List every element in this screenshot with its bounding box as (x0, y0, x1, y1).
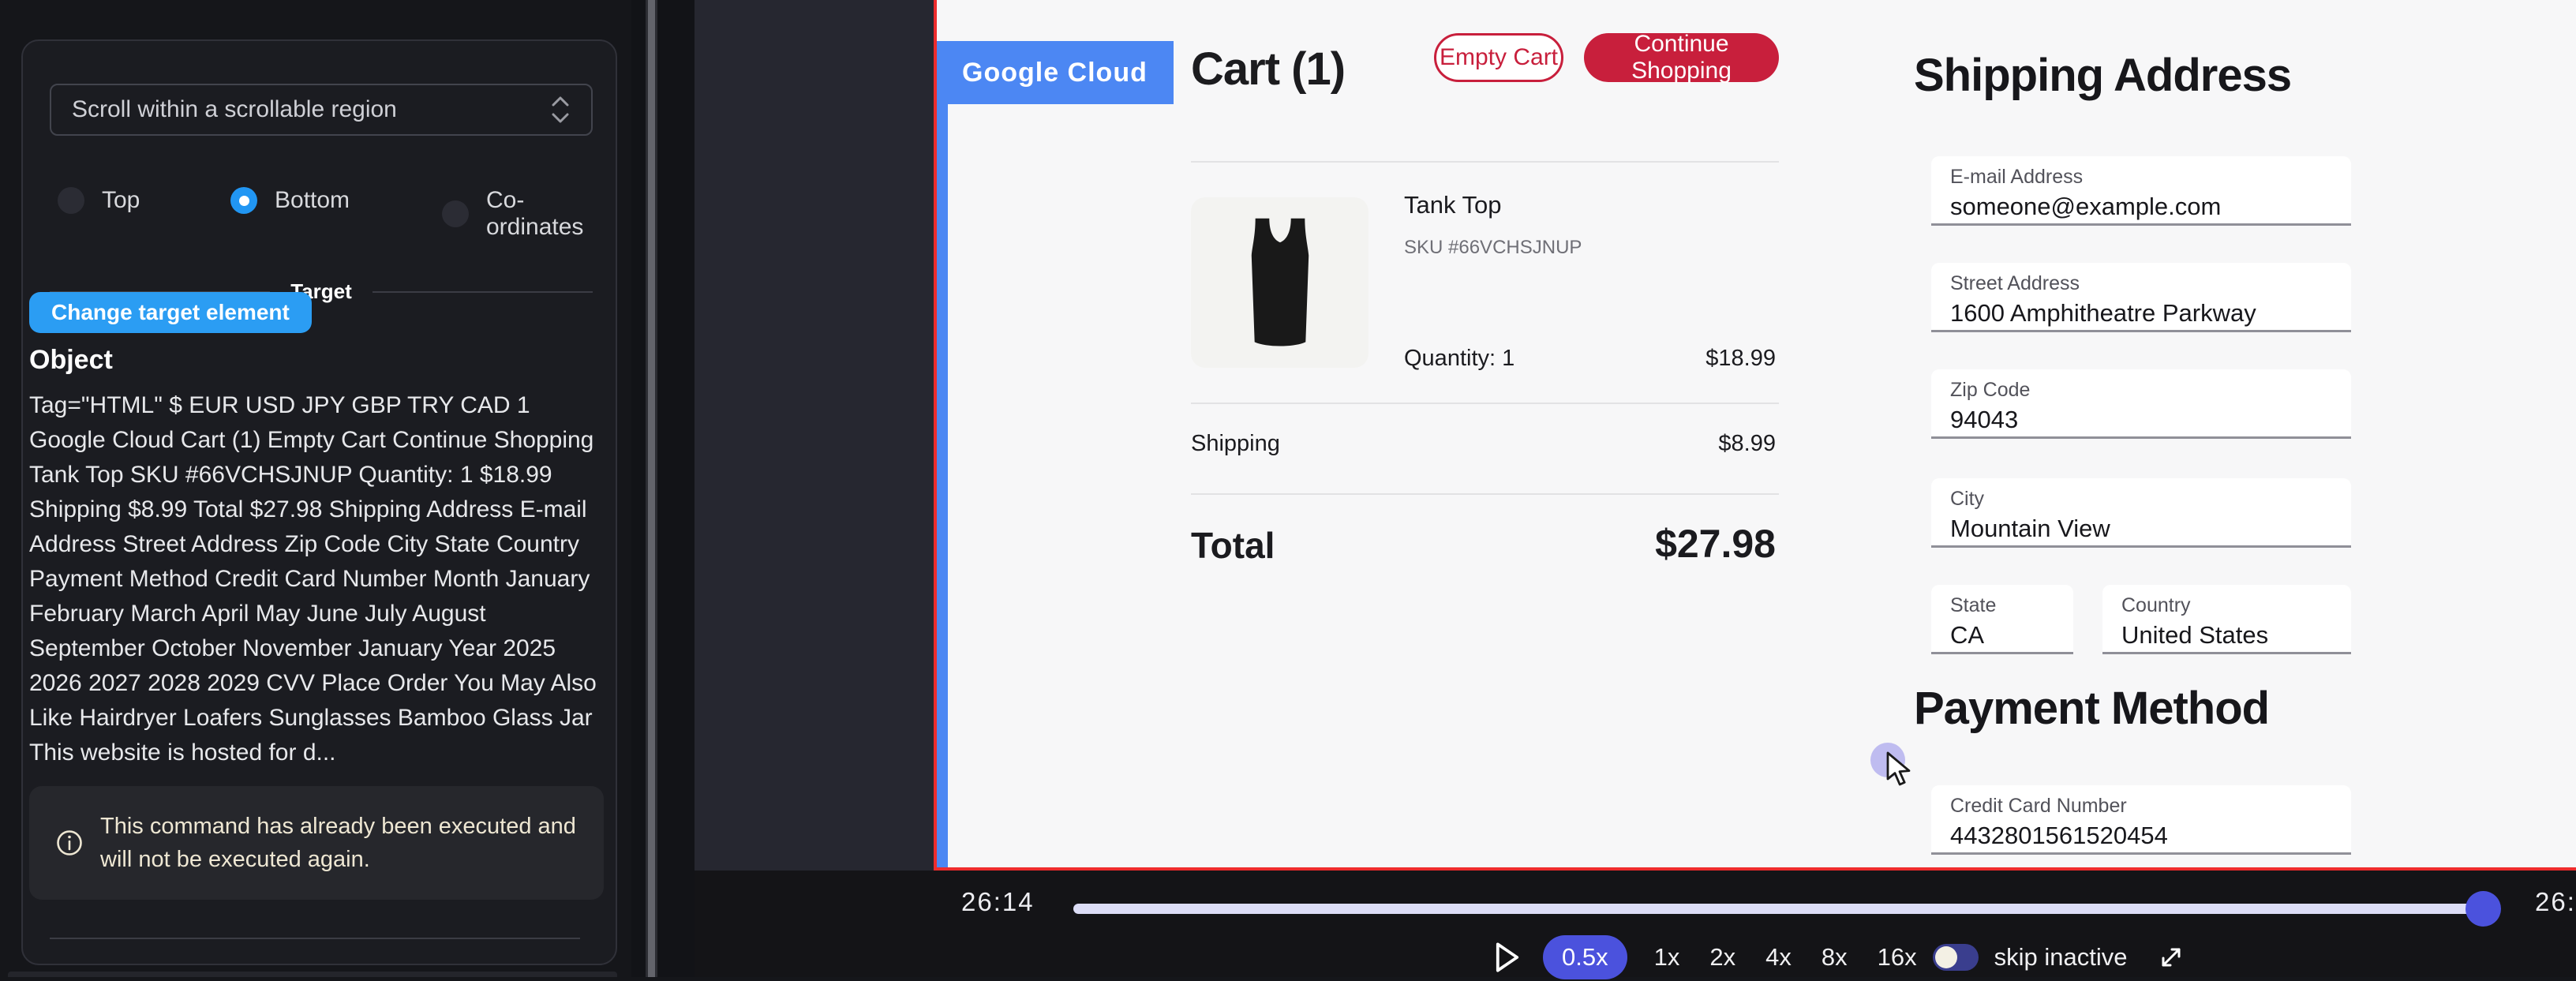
change-target-button[interactable]: Change target element (29, 292, 312, 333)
empty-cart-button[interactable]: Empty Cart (1434, 33, 1563, 82)
cart-item-quantity: Quantity: 1 (1404, 346, 1515, 372)
street-field-value: 1600 Amphitheatre Parkway (1950, 299, 2256, 328)
scroll-position-radio-group: Top Bottom Co-ordinates (50, 187, 593, 219)
shipping-address-heading: Shipping Address (1914, 49, 2291, 102)
country-field[interactable]: Country United States (2102, 585, 2351, 654)
radio-circle-coordinates[interactable] (442, 200, 469, 227)
state-field-label: State (1950, 594, 1996, 617)
email-field[interactable]: E-mail Address someone@example.com (1931, 156, 2351, 226)
radio-label-top: Top (102, 187, 140, 214)
seek-bar[interactable] (1073, 904, 2494, 914)
highlighted-scroll-region-bar (937, 41, 948, 867)
zip-code-field[interactable]: Zip Code 94043 (1931, 369, 2351, 439)
divider-line-right (373, 291, 593, 293)
cart-item-sku: SKU #66VCHSJNUP (1404, 237, 1582, 259)
credit-card-field-label: Credit Card Number (1950, 795, 2127, 818)
next-panel-edge (8, 972, 617, 977)
panel-bottom-divider (50, 938, 580, 939)
speed-2x-button[interactable]: 2x (1709, 943, 1735, 972)
play-icon[interactable] (1494, 942, 1521, 973)
command-type-selected-value: Scroll within a scrollable region (72, 96, 550, 123)
skip-inactive-toggle[interactable] (1933, 944, 1979, 971)
cart-divider-2 (1191, 403, 1779, 404)
object-description-text: Tag="HTML" $ EUR USD JPY GBP TRY CAD 1 G… (29, 388, 605, 770)
credit-card-field-value: 4432801561520454 (1950, 822, 2168, 850)
radio-option-coordinates[interactable]: Co-ordinates (442, 187, 593, 241)
replay-viewer: Google Cloud Cart (1) Empty Cart Continu… (695, 0, 2576, 871)
country-field-value: United States (2121, 621, 2268, 650)
total-label: Total (1191, 524, 1275, 567)
street-address-field[interactable]: Street Address 1600 Amphitheatre Parkway (1931, 263, 2351, 332)
speed-1x-button[interactable]: 1x (1654, 943, 1680, 972)
select-chevrons-icon (550, 95, 571, 125)
continue-shopping-button[interactable]: Continue Shopping (1584, 33, 1779, 82)
radio-circle-bottom[interactable] (230, 187, 257, 214)
speed-8x-button[interactable]: 8x (1822, 943, 1848, 972)
city-field-label: City (1950, 488, 1984, 511)
mouse-cursor-icon (1886, 751, 1916, 788)
email-field-value: someone@example.com (1950, 193, 2221, 221)
speed-16x-button[interactable]: 16x (1878, 943, 1917, 972)
toggle-knob (1935, 946, 1957, 968)
info-message: This command has already been executed a… (100, 810, 577, 876)
command-sidebar: Scroll within a scrollable region Top Bo… (0, 0, 631, 977)
radio-label-bottom: Bottom (275, 187, 350, 214)
command-type-select[interactable]: Scroll within a scrollable region (50, 84, 593, 136)
city-field[interactable]: City Mountain View (1931, 478, 2351, 548)
radio-label-coordinates: Co-ordinates (486, 187, 593, 241)
state-field[interactable]: State CA (1931, 585, 2073, 654)
total-price: $27.98 (1655, 521, 1776, 567)
end-time: 26:1 (2535, 887, 2576, 917)
email-field-label: E-mail Address (1950, 166, 2083, 189)
command-executed-notice: This command has already been executed a… (29, 786, 604, 900)
cart-item-name: Tank Top (1404, 191, 1502, 219)
skip-inactive-label[interactable]: skip inactive (1994, 943, 2128, 972)
cart-divider-1 (1191, 161, 1779, 163)
info-icon (56, 829, 83, 856)
country-field-label: Country (2121, 594, 2191, 617)
recorded-page-frame: Google Cloud Cart (1) Empty Cart Continu… (934, 0, 2576, 871)
credit-card-field[interactable]: Credit Card Number 4432801561520454 (1931, 785, 2351, 855)
city-field-value: Mountain View (1950, 515, 2110, 543)
tank-top-illustration (1225, 209, 1335, 356)
zip-field-label: Zip Code (1950, 379, 2030, 402)
site-logo: Google Cloud (937, 41, 1174, 104)
speed-4x-button[interactable]: 4x (1765, 943, 1792, 972)
shipping-row-price: $8.99 (1718, 431, 1776, 457)
speed-0.5x-button[interactable]: 0.5x (1543, 935, 1627, 979)
cart-title: Cart (1) (1191, 43, 1345, 95)
street-field-label: Street Address (1950, 272, 2080, 295)
panel-gutter (631, 0, 695, 977)
shipping-row-label: Shipping (1191, 431, 1280, 457)
fullscreen-icon[interactable] (2157, 943, 2185, 972)
product-image (1191, 197, 1368, 368)
command-panel: Scroll within a scrollable region Top Bo… (21, 39, 617, 965)
current-time: 26:14 (961, 887, 1035, 917)
payment-method-heading: Payment Method (1914, 682, 2269, 735)
cart-item-price: $18.99 (1705, 346, 1776, 372)
radio-option-bottom[interactable]: Bottom (230, 187, 350, 214)
zip-field-value: 94043 (1950, 406, 2018, 434)
seek-bar-handle[interactable] (2466, 891, 2501, 927)
radio-circle-top[interactable] (58, 187, 84, 214)
state-field-value: CA (1950, 621, 1984, 650)
radio-option-top[interactable]: Top (58, 187, 140, 214)
panel-resize-handle[interactable] (646, 0, 657, 977)
object-heading: Object (29, 345, 113, 376)
site-logo-text: Google Cloud (962, 58, 1148, 88)
cart-divider-3 (1191, 493, 1779, 495)
player-controls: 0.5x 1x 2x 4x 8x 16x skip inactive (1494, 934, 2185, 981)
